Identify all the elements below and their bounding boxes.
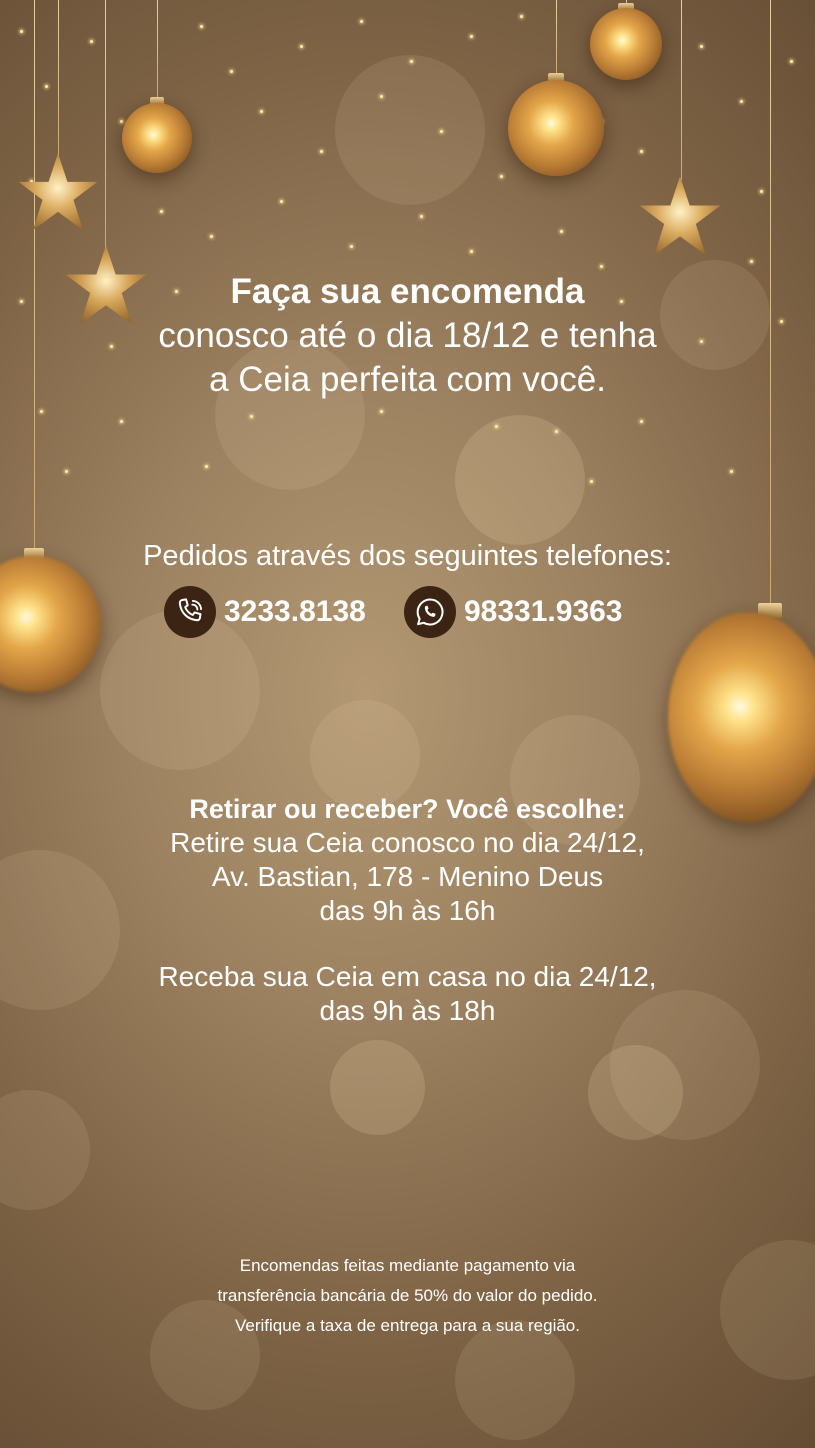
sparkle: [590, 480, 593, 483]
sparkle: [120, 120, 123, 123]
sparkle: [555, 430, 558, 433]
sparkle: [360, 20, 363, 23]
headline: Faça sua encomenda conosco até o dia 18/…: [0, 270, 815, 402]
headline-line: conosco até o dia 18/12 e tenha: [158, 316, 657, 355]
pickup-hours: das 9h às 16h: [319, 895, 496, 926]
whatsapp-phone[interactable]: 98331.9363: [404, 586, 623, 638]
pickup-address: Av. Bastian, 178 - Menino Deus: [211, 861, 604, 892]
landline-number: 3233.8138: [224, 595, 366, 628]
gold-star-icon: [639, 176, 721, 255]
sparkle: [160, 210, 163, 213]
note-line: Verifique a taxa de entrega para a sua r…: [235, 1316, 580, 1335]
sparkle: [495, 425, 498, 428]
sparkle: [20, 30, 23, 33]
sparkle: [470, 250, 473, 253]
phones-title: Pedidos através dos seguintes telefones:: [143, 540, 672, 572]
sparkle: [440, 130, 443, 133]
bokeh-light: [0, 1090, 90, 1210]
headline-title: Faça sua encomenda: [230, 272, 585, 311]
ornament-string: [556, 0, 557, 78]
sparkle: [740, 100, 743, 103]
sparkle: [640, 150, 643, 153]
christmas-order-poster: Faça sua encomenda conosco até o dia 18/…: [0, 0, 815, 1448]
sparkle: [380, 95, 383, 98]
sparkle: [40, 410, 43, 413]
pickup-section: Retirar ou receber? Você escolhe: Retire…: [0, 792, 815, 928]
pickup-title: Retirar ou receber? Você escolhe:: [189, 794, 626, 824]
sparkle: [470, 35, 473, 38]
sparkle: [45, 85, 48, 88]
gold-ornament: [122, 103, 192, 173]
sparkle: [750, 260, 753, 263]
sparkle: [90, 40, 93, 43]
payment-notes: Encomendas feitas mediante pagamento via…: [0, 1251, 815, 1341]
sparkle: [205, 465, 208, 468]
note-line: transferência bancária de 50% do valor d…: [217, 1286, 598, 1305]
sparkle: [350, 245, 353, 248]
bokeh-light: [455, 415, 585, 545]
phone-icon: [164, 586, 216, 638]
sparkle: [700, 45, 703, 48]
sparkle: [300, 45, 303, 48]
whatsapp-number: 98331.9363: [464, 595, 623, 628]
delivery-hours: das 9h às 18h: [319, 995, 496, 1026]
landline-phone[interactable]: 3233.8138: [164, 586, 366, 638]
gold-ornament: [508, 80, 604, 176]
sparkle: [380, 410, 383, 413]
sparkle: [410, 60, 413, 63]
sparkle: [420, 215, 423, 218]
sparkle: [280, 200, 283, 203]
delivery-line: Receba sua Ceia em casa no dia 24/12,: [158, 961, 657, 992]
sparkle: [260, 110, 263, 113]
sparkle: [120, 420, 123, 423]
sparkle: [520, 15, 523, 18]
sparkle: [500, 175, 503, 178]
sparkle: [760, 190, 763, 193]
sparkle: [560, 230, 563, 233]
gold-ornament: [668, 612, 815, 822]
gold-ornament: [590, 8, 662, 80]
ornament-string: [681, 0, 682, 180]
sparkle: [230, 70, 233, 73]
delivery-section: Receba sua Ceia em casa no dia 24/12, da…: [0, 960, 815, 1028]
sparkle: [250, 415, 253, 418]
pickup-line: Retire sua Ceia conosco no dia 24/12,: [170, 827, 645, 858]
sparkle: [790, 60, 793, 63]
sparkle: [210, 235, 213, 238]
ornament-string: [105, 0, 106, 250]
sparkle: [200, 25, 203, 28]
sparkle: [65, 470, 68, 473]
ornament-string: [58, 0, 59, 160]
whatsapp-icon: [404, 586, 456, 638]
bokeh-light: [330, 1040, 425, 1135]
ornament-string: [157, 0, 158, 100]
sparkle: [730, 470, 733, 473]
bokeh-light: [335, 55, 485, 205]
headline-line: a Ceia perfeita com você.: [209, 360, 606, 399]
sparkle: [640, 420, 643, 423]
note-line: Encomendas feitas mediante pagamento via: [239, 1256, 576, 1275]
gold-star-icon: [18, 153, 98, 230]
gold-ornament: [0, 556, 101, 692]
sparkle: [320, 150, 323, 153]
sparkle: [600, 265, 603, 268]
